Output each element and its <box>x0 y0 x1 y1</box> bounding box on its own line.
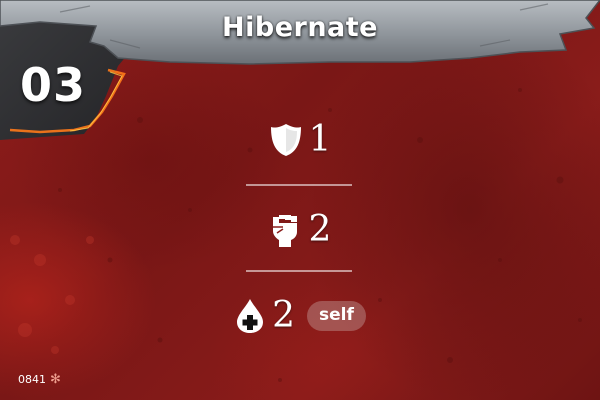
stat-divider <box>246 184 352 186</box>
heal-drop-icon <box>234 297 266 335</box>
heal-stat: 2 self <box>200 294 400 338</box>
snowflake-icon: ✻ <box>50 372 61 387</box>
attack-stat: 2 <box>200 208 400 252</box>
heal-value: 2 <box>272 295 296 336</box>
card-title: Hibernate <box>222 12 378 43</box>
ability-card: Hibernate 03 1 2 2 self 0841 ✻ <box>0 0 600 400</box>
card-number: 03 <box>20 58 87 112</box>
shield-stat: 1 <box>200 118 400 162</box>
fist-icon <box>269 211 303 249</box>
shield-icon <box>269 122 303 158</box>
stat-divider <box>246 270 352 272</box>
card-footer: 0841 ✻ <box>18 372 61 387</box>
self-target-badge: self <box>307 301 366 331</box>
attack-value: 2 <box>308 209 332 250</box>
shield-value: 1 <box>308 119 332 160</box>
card-code: 0841 <box>18 373 46 386</box>
